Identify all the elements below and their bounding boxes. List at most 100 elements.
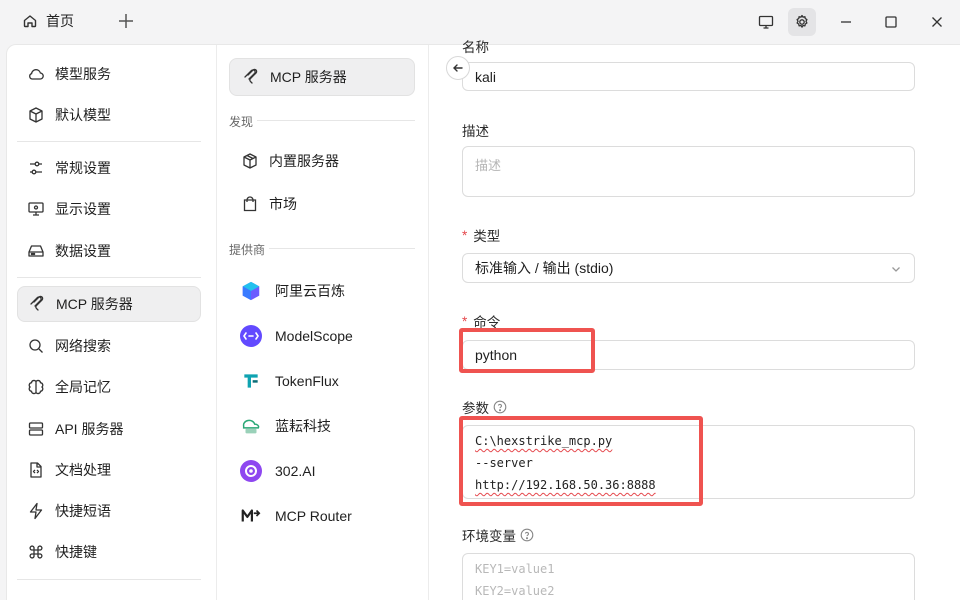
nav-item-label: 快捷短语 <box>55 503 111 519</box>
name-input[interactable]: kali <box>462 62 915 91</box>
server-form: 名称 kali 描述 描述 * 类型 标准输入 / 输出 (stdio) * 命令 … <box>429 40 960 600</box>
command-label: * 命令 <box>462 313 501 331</box>
description-label: 描述 <box>462 124 489 139</box>
command-value: python <box>475 347 518 363</box>
sliders-icon <box>30 161 42 175</box>
provider-label: TokenFlux <box>275 373 339 389</box>
nav-item-model-service[interactable]: 模型服务 <box>17 56 201 92</box>
provider-302ai[interactable]: 302.AI <box>239 456 315 486</box>
maximize-button[interactable] <box>877 8 905 36</box>
provider-label: 蓝耘科技 <box>275 418 331 434</box>
description-textarea[interactable]: 描述 <box>462 146 915 197</box>
provider-mcp-router[interactable]: MCP Router <box>239 501 352 531</box>
nav-item-data[interactable]: 数据设置 <box>17 233 201 269</box>
provider-lanyun[interactable]: 蓝耘科技 <box>239 411 331 441</box>
search-icon <box>29 339 43 353</box>
help-circle-icon <box>520 528 534 542</box>
command-input[interactable]: python <box>462 340 915 370</box>
args-line: C:\hexstrike_mcp.py <box>475 434 613 448</box>
gear-icon <box>796 14 808 28</box>
maximize-icon <box>885 16 897 28</box>
nav-item-display[interactable]: 显示设置 <box>17 191 201 227</box>
nav-item-mcp-server[interactable]: MCP 服务器 <box>17 286 201 322</box>
divider <box>269 248 415 249</box>
settings-sidebar: 模型服务 默认模型 常规设置 显示设置 数据设置 MCP 服务器 网络搜索 全局… <box>7 45 217 600</box>
display-settings-icon <box>28 202 44 216</box>
name-label: 名称 <box>462 40 489 55</box>
settings-window: 模型服务 默认模型 常规设置 显示设置 数据设置 MCP 服务器 网络搜索 全局… <box>6 40 960 600</box>
market-item[interactable]: 市场 <box>229 185 415 223</box>
bailian-logo-icon <box>239 279 263 303</box>
file-code-icon <box>30 462 42 478</box>
mcp-sidebar: MCP 服务器 发现 内置服务器 市场 提供商 阿里云百炼 ModelScope <box>217 45 429 600</box>
nav-item-label: 快捷键 <box>55 544 97 560</box>
nav-item-general[interactable]: 常规设置 <box>17 150 201 186</box>
close-button[interactable] <box>923 8 951 36</box>
nav-item-memory[interactable]: 全局记忆 <box>17 369 201 405</box>
monitor-button[interactable] <box>752 8 780 36</box>
market-label: 市场 <box>269 196 297 212</box>
tab-home[interactable]: 首页 <box>22 11 74 31</box>
env-placeholder-line: KEY1=value1 <box>475 562 555 576</box>
monitor-icon <box>758 15 774 29</box>
args-line: --server <box>475 456 533 470</box>
nav-item-label: 模型服务 <box>55 66 111 82</box>
lanyun-logo-icon <box>239 414 263 438</box>
tokenflux-logo-icon <box>239 369 263 393</box>
help-circle-icon <box>493 400 507 414</box>
back-button[interactable] <box>446 56 470 80</box>
mcp-servers-label: MCP 服务器 <box>270 69 347 85</box>
provider-label: 阿里云百炼 <box>275 283 345 299</box>
nav-item-documents[interactable]: 文档处理 <box>17 452 201 488</box>
mcp-servers-item[interactable]: MCP 服务器 <box>229 58 415 96</box>
minimize-icon <box>841 21 851 23</box>
provider-bailian[interactable]: 阿里云百炼 <box>239 276 345 306</box>
builtin-servers-item[interactable]: 内置服务器 <box>229 142 415 180</box>
close-icon <box>932 17 942 27</box>
plus-icon[interactable] <box>116 11 136 31</box>
nav-item-label: 网络搜索 <box>55 338 111 354</box>
provider-tokenflux[interactable]: TokenFlux <box>239 366 339 396</box>
ai302-logo-icon <box>239 459 263 483</box>
zap-icon <box>29 502 43 520</box>
divider <box>17 579 201 580</box>
nav-item-label: MCP 服务器 <box>56 296 133 312</box>
server-icon <box>28 422 44 436</box>
type-value: 标准输入 / 输出 (stdio) <box>475 260 614 276</box>
nav-item-api-server[interactable]: API 服务器 <box>17 411 201 447</box>
divider <box>17 277 201 278</box>
nav-item-label: 数据设置 <box>55 243 111 259</box>
package-icon <box>243 153 257 169</box>
arrow-left-icon <box>453 64 463 72</box>
divider <box>257 120 415 121</box>
provider-modelscope[interactable]: ModelScope <box>239 321 353 351</box>
mcp-router-logo-icon <box>239 504 263 528</box>
nav-item-label: 常规设置 <box>55 160 111 176</box>
nav-item-label: 文档处理 <box>55 462 111 478</box>
command-icon <box>29 545 43 559</box>
providers-section-label: 提供商 <box>229 243 266 257</box>
home-icon <box>23 15 37 28</box>
brain-icon <box>28 379 44 395</box>
args-line: http://192.168.50.36:8888 <box>475 478 656 492</box>
nav-item-shortcuts[interactable]: 快捷键 <box>17 534 201 570</box>
shopping-bag-icon <box>243 196 257 212</box>
args-textarea[interactable]: C:\hexstrike_mcp.py --server http://192.… <box>462 425 915 499</box>
nav-item-default-model[interactable]: 默认模型 <box>17 97 201 133</box>
hard-drive-icon <box>28 245 44 257</box>
cloud-icon <box>29 69 44 80</box>
nav-item-label: 显示设置 <box>55 201 111 217</box>
tab-home-label: 首页 <box>46 13 74 29</box>
type-select[interactable]: 标准输入 / 输出 (stdio) <box>462 253 915 283</box>
nav-item-quick-phrases[interactable]: 快捷短语 <box>17 493 201 529</box>
nav-item-label: 全局记忆 <box>55 379 111 395</box>
modelscope-logo-icon <box>239 324 263 348</box>
nav-item-label: API 服务器 <box>55 421 124 437</box>
mcp-icon <box>244 68 258 84</box>
minimize-button[interactable] <box>832 8 860 36</box>
settings-button[interactable] <box>788 8 816 36</box>
description-placeholder: 描述 <box>475 158 502 173</box>
divider <box>17 141 201 142</box>
env-textarea[interactable]: KEY1=value1 KEY2=value2 <box>462 553 915 600</box>
nav-item-web-search[interactable]: 网络搜索 <box>17 328 201 364</box>
